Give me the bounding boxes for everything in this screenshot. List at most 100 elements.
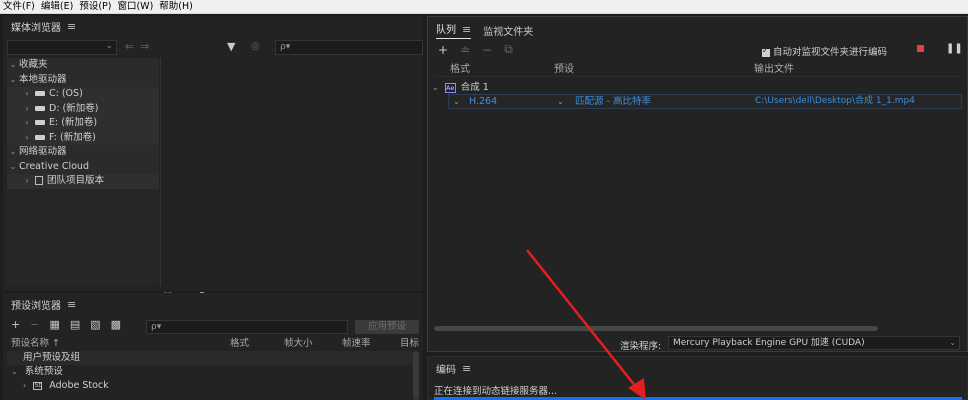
menu-file[interactable]: 文件(F) <box>0 0 38 14</box>
column-header-frame-size[interactable]: 帧大小 <box>284 337 313 351</box>
filter-icon[interactable]: ▼ <box>227 40 235 53</box>
chevron-down-icon: ⌄ <box>9 60 17 69</box>
tree-item-team-projects[interactable]: › 团队项目版本 <box>7 174 159 189</box>
preset-toolbar: + − ▦ ▤ ▧ ▩ <box>11 318 121 331</box>
panel-menu-icon[interactable]: ≡ <box>462 362 471 375</box>
tree-item-drive-e[interactable]: › E: (新加卷) <box>7 116 159 131</box>
document-icon <box>35 176 43 185</box>
encoding-panel: 编码 ≡ 正在连接到动态链接服务器... <box>427 356 968 400</box>
menu-edit[interactable]: 编辑(E) <box>38 0 76 14</box>
add-icon[interactable]: + <box>11 318 20 331</box>
column-header-name[interactable]: 预设名称 ↑ <box>11 337 60 351</box>
media-browser-header: 媒体浏览器 ≡ <box>11 19 76 34</box>
chevron-down-icon[interactable]: ⌄ <box>453 95 460 108</box>
file-tree: ⌄ 收藏夹 ⌄ 本地驱动器 › C: (OS) › D: (新加卷) › E: (新加卷)… <box>7 58 159 286</box>
column-header-frame-rate[interactable]: 帧速率 <box>342 337 371 351</box>
list-item[interactable]: › St Adobe Stock <box>7 379 413 393</box>
tree-label: E: (新加卷) <box>49 117 98 128</box>
checkbox-checked-icon <box>762 46 770 57</box>
queue-column-headers: 格式 预设 输出文件 <box>434 63 962 77</box>
chevron-down-icon: ⌄ <box>9 74 17 84</box>
preset-list: 用户预设及组 ⌄ 系统预设 › St Adobe Stock <box>7 351 413 393</box>
renderer-value: Mercury Playback Engine GPU 加速 (CUDA) <box>673 338 865 348</box>
list-item[interactable]: ⌄ 系统预设 <box>7 365 413 379</box>
drive-select[interactable]: ⌄ <box>7 40 117 55</box>
tree-item-drive-f[interactable]: › F: (新加卷) <box>7 130 159 145</box>
apply-preset-button[interactable]: 应用预设 <box>355 320 419 334</box>
queue-toolbar: + ≐ − ⧉ <box>438 42 513 57</box>
duplicate-icon[interactable]: ⧉ <box>504 42 513 57</box>
import-icon[interactable]: ▧ <box>90 318 100 331</box>
menu-help[interactable]: 帮助(H) <box>156 0 196 14</box>
chevron-down-icon: ⌄ <box>11 367 18 376</box>
column-header-target[interactable]: 目标 <box>400 337 419 351</box>
chevron-down-icon: ⌄ <box>9 161 17 171</box>
tree-section-creative-cloud[interactable]: ⌄ Creative Cloud <box>7 159 159 174</box>
queue-job-row[interactable]: ⌄ H.264 ⌄ 匹配源 - 高比特率 C:\Users\dell\Deskt… <box>448 94 962 109</box>
tree-item-drive-d[interactable]: › D: (新加卷) <box>7 101 159 116</box>
stop-queue-button[interactable] <box>917 45 924 52</box>
drive-icon <box>35 134 45 140</box>
job-preset-link[interactable]: 匹配源 - 高比特率 <box>575 95 651 108</box>
tree-item-drive-c[interactable]: › C: (OS) <box>7 87 159 102</box>
column-header-format[interactable]: 格式 <box>450 63 470 77</box>
horizontal-scrollbar[interactable] <box>434 326 878 331</box>
queue-group-row[interactable]: ⌄ Ae 合成 1 <box>432 79 489 93</box>
tree-section-local-drives[interactable]: ⌄ 本地驱动器 <box>7 72 159 87</box>
settings-icon[interactable]: ▤ <box>70 318 80 331</box>
scrollbar[interactable] <box>413 351 419 400</box>
job-format-link[interactable]: H.264 <box>469 95 497 108</box>
tree-label: 团队项目版本 <box>47 175 105 186</box>
divider <box>160 58 161 286</box>
tab-watch-folders[interactable]: 监视文件夹 <box>483 23 533 38</box>
preset-browser-header: 预设浏览器 ≡ <box>11 297 76 312</box>
media-search-input[interactable]: ρ▾ <box>275 40 423 55</box>
view-icon[interactable]: ◎ <box>251 41 260 52</box>
preset-column-headers: 预设名称 ↑ 格式 帧大小 帧速率 目标 <box>7 337 423 351</box>
pause-queue-button[interactable]: ❚❚ <box>946 43 963 54</box>
remove-icon[interactable]: − <box>30 318 39 331</box>
column-header-preset[interactable]: 预设 <box>554 63 574 77</box>
panel-menu-icon[interactable]: ≡ <box>67 298 76 311</box>
column-header-format[interactable]: 格式 <box>230 337 249 351</box>
drive-icon <box>35 120 45 125</box>
auto-encode-watch-folders-checkbox[interactable]: 自动对监视文件夹进行编码 <box>762 44 887 58</box>
remove-icon[interactable]: − <box>482 43 492 57</box>
panel-menu-icon[interactable]: ≡ <box>67 20 76 33</box>
add-source-icon[interactable]: + <box>438 43 448 57</box>
group-icon[interactable]: ▦ <box>49 318 59 331</box>
export-icon[interactable]: ▩ <box>111 318 121 331</box>
preset-browser-title: 预设浏览器 <box>11 301 61 312</box>
settings-icon[interactable]: ≐ <box>460 43 470 57</box>
tab-queue[interactable]: 队列 ≡ <box>436 21 472 39</box>
chevron-right-icon: › <box>25 89 29 98</box>
chevron-down-icon[interactable]: ⌄ <box>557 95 564 108</box>
encoding-header: 编码 ≡ <box>436 361 471 376</box>
renderer-label: 渲染程序: <box>620 341 662 352</box>
tab-label: 队列 <box>436 25 456 36</box>
column-header-output-file[interactable]: 输出文件 <box>754 63 794 77</box>
tree-section-network-drives[interactable]: ⌄ 网络驱动器 <box>7 145 159 160</box>
job-output-link[interactable]: C:\Users\dell\Desktop\合成 1_1.mp4 <box>755 95 915 108</box>
forward-arrow-icon[interactable]: ⇒ <box>140 40 149 53</box>
tree-section-favorites[interactable]: ⌄ 收藏夹 <box>7 58 159 73</box>
drive-icon <box>35 105 45 111</box>
tree-label: Creative Cloud <box>19 160 89 172</box>
back-arrow-icon[interactable]: ⇐ <box>125 40 134 53</box>
menu-window[interactable]: 窗口(W) <box>114 0 156 14</box>
menu-preset[interactable]: 预设(P) <box>76 0 114 14</box>
chevron-down-icon: ⌄ <box>9 147 17 156</box>
tree-label: F: (新加卷) <box>49 131 96 143</box>
list-item-label: 系统预设 <box>24 366 63 377</box>
encoding-status: 正在连接到动态链接服务器... <box>434 386 558 397</box>
chevron-right-icon: › <box>25 176 29 185</box>
checkbox-label: 自动对监视文件夹进行编码 <box>773 47 888 58</box>
chevron-right-icon: › <box>23 381 27 390</box>
list-item-label: 用户预设及组 <box>23 352 81 363</box>
renderer-select[interactable]: Mercury Playback Engine GPU 加速 (CUDA) ⌄ <box>668 336 960 350</box>
list-item[interactable]: 用户预设及组 <box>7 351 413 365</box>
chevron-right-icon: › <box>25 103 29 113</box>
media-browser-panel: 媒体浏览器 ≡ ⌄ ⇐ ⇒ ▼ ◎ ρ▾ ⌄ 收藏夹 ⌄ 本地驱动器 › C: (OS… <box>3 16 423 303</box>
preset-search-input[interactable]: ρ▾ <box>146 320 348 334</box>
panel-menu-icon[interactable]: ≡ <box>462 23 471 36</box>
